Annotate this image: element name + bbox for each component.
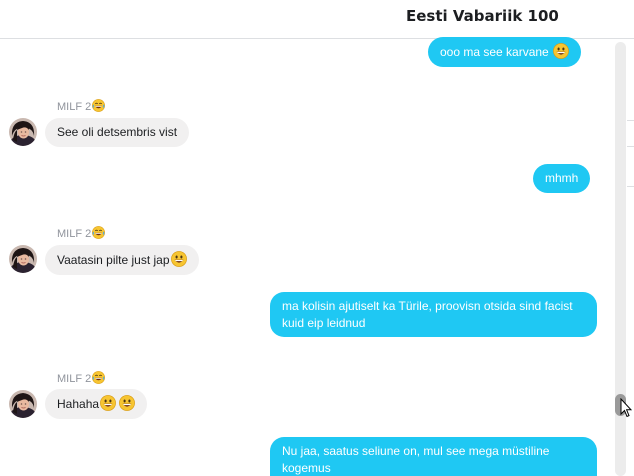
avatar[interactable] bbox=[9, 245, 37, 273]
laughing-emoji-icon bbox=[92, 99, 105, 112]
divider bbox=[627, 186, 634, 187]
sender-name: MILF 2 bbox=[57, 99, 105, 113]
laughing-emoji-icon bbox=[92, 371, 105, 384]
sender-name: MILF 2 bbox=[57, 371, 105, 385]
grinning-emoji-icon bbox=[119, 395, 135, 411]
grinning-emoji-icon bbox=[171, 251, 187, 267]
conversation-header: Eesti Vabariik 100 bbox=[0, 0, 634, 39]
message-text: mhmh bbox=[545, 171, 579, 185]
divider bbox=[627, 120, 634, 121]
conversation-title: Eesti Vabariik 100 bbox=[406, 7, 559, 25]
message-text: Vaatasin pilte just jap bbox=[57, 253, 170, 267]
incoming-message[interactable]: Vaatasin pilte just jap bbox=[45, 245, 199, 275]
outgoing-message[interactable]: mhmh bbox=[533, 164, 591, 193]
avatar[interactable] bbox=[9, 390, 37, 418]
message-text: Hahaha bbox=[57, 397, 100, 411]
grinning-emoji-icon bbox=[553, 43, 569, 59]
message-text: ooo ma see karvane bbox=[440, 45, 549, 59]
outgoing-message[interactable]: ooo ma see karvane bbox=[428, 37, 582, 67]
sender-name: MILF 2 bbox=[57, 226, 105, 240]
laughing-emoji-icon bbox=[92, 226, 105, 239]
outgoing-message[interactable]: ma kolisin ajutiselt ka Türile, proovisn… bbox=[270, 292, 597, 337]
avatar[interactable] bbox=[9, 118, 37, 146]
grinning-emoji-icon bbox=[100, 395, 116, 411]
outgoing-message[interactable]: Nu jaa, saatus seliune on, mul see mega … bbox=[270, 437, 597, 476]
message-text: Nu jaa, saatus seliune on, mul see mega … bbox=[282, 444, 550, 475]
incoming-message[interactable]: Hahaha bbox=[45, 389, 148, 419]
divider bbox=[627, 146, 634, 147]
message-text: See oli detsembris vist bbox=[57, 125, 178, 139]
message-text: ma kolisin ajutiselt ka Türile, proovisn… bbox=[282, 299, 573, 330]
mouse-cursor-icon bbox=[620, 398, 632, 418]
incoming-message[interactable]: See oli detsembris vist bbox=[45, 118, 190, 147]
